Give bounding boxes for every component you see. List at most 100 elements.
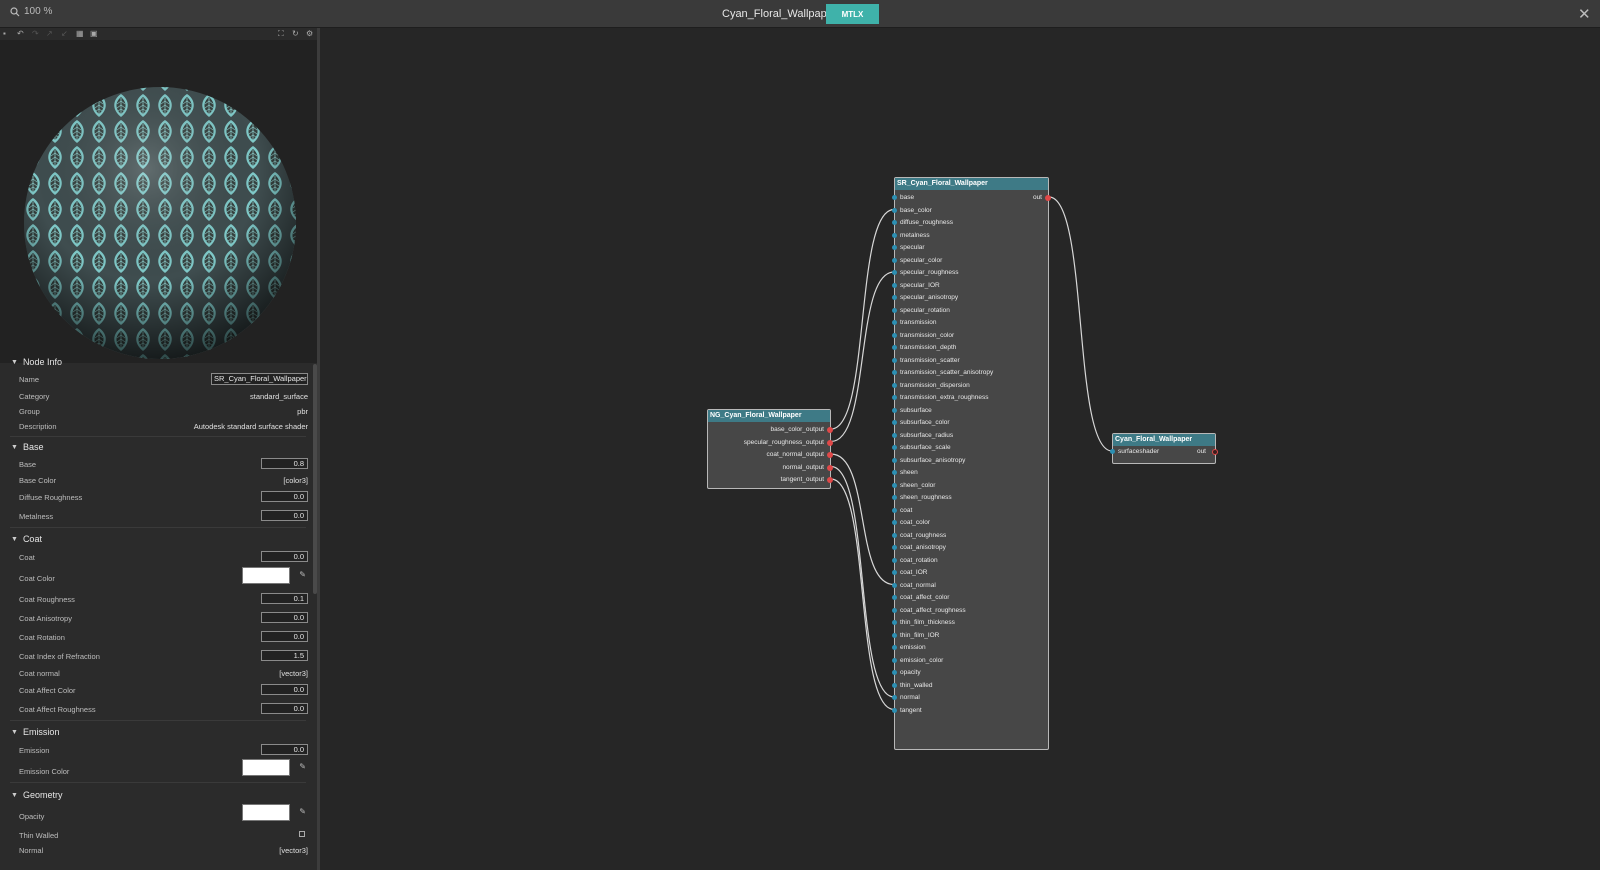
output-pin[interactable] [1045, 195, 1051, 201]
input-pin[interactable] [892, 532, 897, 538]
name-field[interactable]: SR_Cyan_Floral_Wallpaper [211, 373, 308, 385]
eyedropper-icon[interactable]: ✎ [299, 762, 306, 771]
input-pin[interactable] [892, 370, 897, 375]
forward-icon[interactable]: ↗ [46, 29, 53, 38]
input-pin[interactable] [892, 570, 897, 575]
section-coat[interactable]: ▼ Coat [11, 534, 42, 544]
thin-walled-checkbox[interactable] [299, 831, 305, 837]
coat-ior-input[interactable]: 1.5 [261, 650, 308, 661]
section-node-info[interactable]: ▼ Node Info [11, 357, 62, 367]
redo-icon[interactable]: ↷ [32, 29, 39, 38]
coat-affect-color-input[interactable]: 0.0 [261, 684, 308, 695]
input-pin[interactable] [892, 545, 897, 550]
output-pin[interactable] [827, 439, 833, 446]
connection-wire[interactable] [830, 453, 895, 586]
coat-color-swatch[interactable] [242, 567, 290, 584]
input-pin[interactable] [892, 282, 897, 288]
input-pin[interactable] [892, 207, 897, 213]
nodegraph-node[interactable]: NG_Cyan_Floral_Wallpaper base_color_outp… [707, 409, 833, 489]
input-pin[interactable] [892, 295, 897, 300]
input-pin[interactable] [892, 257, 897, 263]
output-pin[interactable] [827, 427, 833, 433]
input-pin[interactable] [892, 382, 897, 388]
input-pin[interactable] [892, 357, 897, 363]
output-pin[interactable] [1212, 449, 1218, 455]
input-pin[interactable] [1110, 449, 1115, 454]
material-preview[interactable] [0, 40, 317, 363]
input-pin[interactable] [892, 607, 897, 613]
diffuse-roughness-input[interactable]: 0.0 [261, 491, 308, 502]
input-pin[interactable] [892, 670, 897, 675]
coat-input[interactable]: 0.0 [261, 551, 308, 562]
input-pin[interactable] [892, 420, 897, 425]
input-pin[interactable] [892, 520, 897, 525]
input-pin[interactable] [892, 407, 897, 413]
eyedropper-icon[interactable]: ✎ [299, 570, 306, 579]
input-pin[interactable] [892, 582, 897, 588]
input-pin[interactable] [892, 507, 897, 513]
input-pin[interactable] [892, 682, 897, 688]
fullscreen-icon[interactable]: ⛶ [278, 29, 284, 39]
connection-wire[interactable] [830, 271, 895, 443]
input-pin[interactable] [892, 632, 897, 638]
opacity-swatch[interactable] [242, 804, 290, 821]
material-node[interactable]: Cyan_Floral_Wallpaper surfaceshader out [1110, 433, 1218, 464]
coat-roughness-input[interactable]: 0.1 [261, 593, 308, 604]
close-icon[interactable]: ✕ [1578, 5, 1591, 23]
input-pin[interactable] [892, 432, 897, 438]
input-pin[interactable] [892, 457, 897, 463]
zoom-control[interactable]: 100 % [10, 6, 52, 17]
input-pin[interactable] [892, 307, 897, 313]
node-graph-canvas[interactable]: NG_Cyan_Floral_Wallpaper base_color_outp… [323, 28, 1600, 870]
input-pin[interactable] [892, 557, 897, 563]
coat-anisotropy-input[interactable]: 0.0 [261, 612, 308, 623]
connection-wire[interactable] [1048, 196, 1113, 452]
refresh-icon[interactable]: ↻ [292, 29, 299, 38]
input-pin[interactable] [892, 657, 897, 663]
standard-surface-node[interactable]: SR_Cyan_Floral_Wallpaper out base base_co… [892, 177, 1051, 750]
input-pin[interactable] [892, 332, 897, 338]
input-pin[interactable] [892, 395, 897, 400]
input-pin[interactable] [892, 695, 897, 700]
connection-wire[interactable] [830, 208, 895, 430]
base-input[interactable]: 0.8 [261, 458, 308, 469]
input-pin[interactable] [892, 195, 897, 200]
layout-icon[interactable]: ▣ [90, 29, 98, 38]
input-pin[interactable] [892, 445, 897, 450]
settings-icon[interactable]: ⚙ [306, 29, 313, 38]
output-pin[interactable] [827, 477, 833, 483]
input-pin[interactable] [892, 470, 897, 475]
input-pin[interactable] [892, 345, 897, 350]
coat-affect-roughness-input[interactable]: 0.0 [261, 703, 308, 714]
input-port-label: diffuse_roughness [900, 219, 954, 226]
connection-wire[interactable] [830, 478, 895, 711]
back-icon[interactable]: ↙ [61, 29, 68, 38]
input-pin[interactable] [892, 320, 897, 325]
input-pin[interactable] [892, 707, 897, 713]
emission-color-swatch[interactable] [242, 759, 290, 776]
input-pin[interactable] [892, 620, 897, 625]
mtlx-button[interactable]: MTLX [826, 4, 879, 24]
input-pin[interactable] [892, 245, 897, 250]
section-emission[interactable]: ▼ Emission [11, 727, 59, 737]
section-geometry[interactable]: ▼ Geometry [11, 790, 62, 800]
emission-input[interactable]: 0.0 [261, 744, 308, 755]
section-base[interactable]: ▼ Base [11, 442, 43, 452]
grid-icon[interactable]: ▦ [76, 29, 84, 38]
input-pin[interactable] [892, 270, 897, 275]
save-icon[interactable]: ▪ [3, 29, 6, 38]
chevron-down-icon: ▼ [11, 791, 18, 799]
output-pin[interactable] [827, 452, 833, 458]
output-pin[interactable] [827, 464, 833, 471]
panel-scrollbar[interactable] [313, 364, 317, 594]
input-pin[interactable] [892, 645, 897, 650]
input-pin[interactable] [892, 595, 897, 600]
input-pin[interactable] [892, 232, 897, 238]
input-pin[interactable] [892, 220, 897, 225]
eyedropper-icon[interactable]: ✎ [299, 807, 306, 816]
coat-rotation-input[interactable]: 0.0 [261, 631, 308, 642]
input-pin[interactable] [892, 495, 897, 500]
undo-icon[interactable]: ↶ [17, 29, 24, 38]
metalness-input[interactable]: 0.0 [261, 510, 308, 521]
input-pin[interactable] [892, 482, 897, 488]
